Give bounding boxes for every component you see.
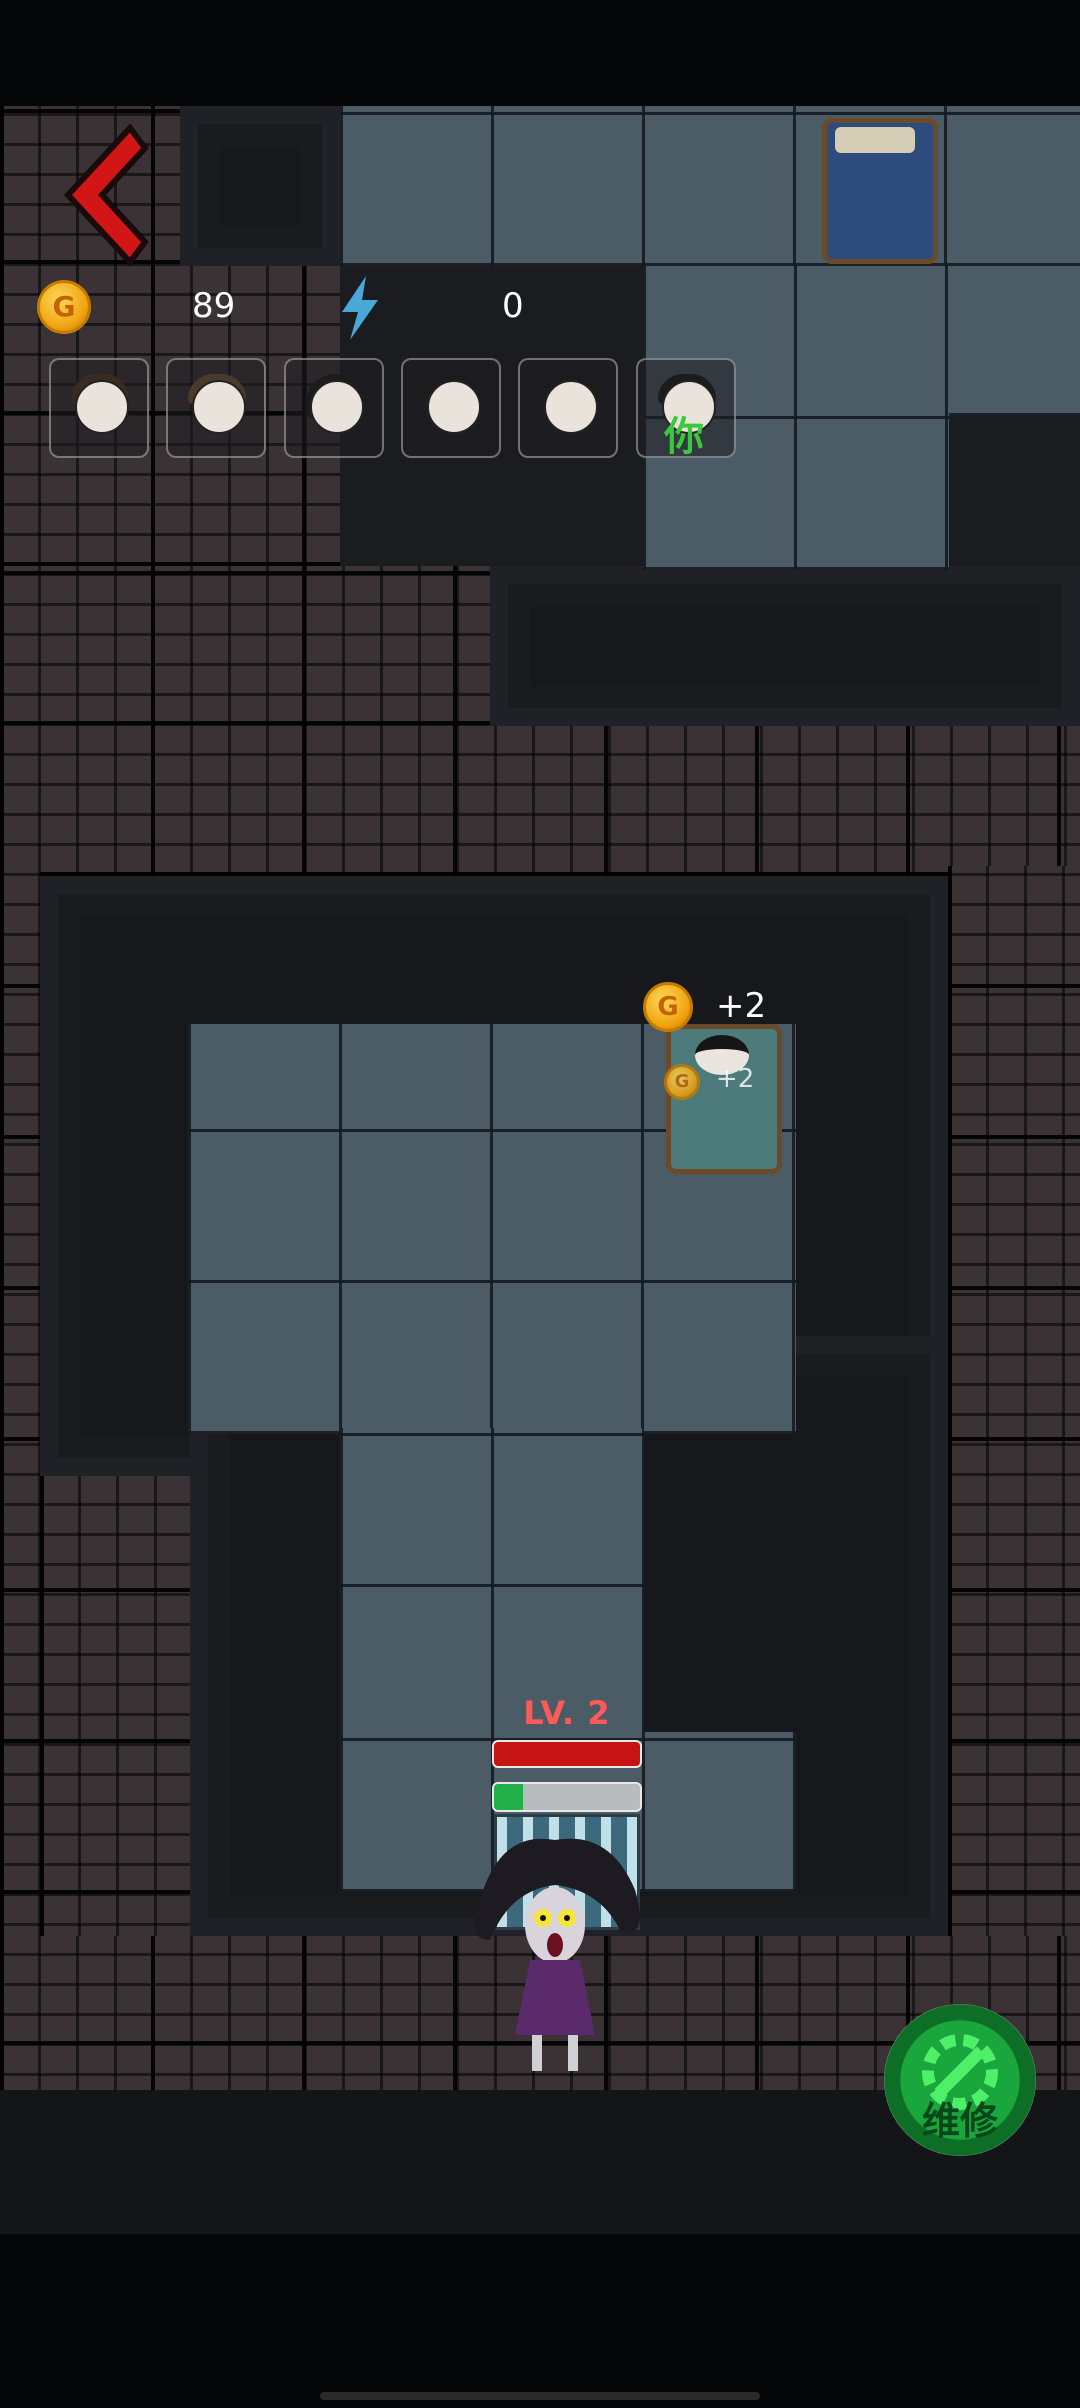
brick-floor xyxy=(0,716,1080,876)
character-slot-player[interactable]: 你 xyxy=(636,358,736,460)
ghost-enemy-icon[interactable] xyxy=(460,1830,650,2080)
character-slot-3[interactable] xyxy=(284,358,384,458)
character-slot-1[interactable] xyxy=(49,358,149,458)
room-floor xyxy=(340,1428,644,1738)
reward-coin-small-icon: G xyxy=(664,1064,700,1100)
reward-text-small: +2 xyxy=(716,1064,755,1094)
progress-fill xyxy=(494,1784,524,1810)
room-floor xyxy=(340,106,1080,266)
reward-coin-icon: G xyxy=(643,982,693,1032)
boy-1-avatar xyxy=(427,380,481,434)
brick-floor xyxy=(0,566,490,726)
coin-icon: G xyxy=(37,280,91,334)
home-indicator[interactable] xyxy=(320,2392,760,2400)
character-slot-4[interactable] xyxy=(401,358,501,458)
character-slot-2[interactable] xyxy=(166,358,266,458)
repair-label: 维修 xyxy=(921,2099,998,2143)
energy-bolt-icon xyxy=(342,276,378,340)
character-slot-5[interactable] xyxy=(518,358,618,458)
reward-text: +2 xyxy=(716,986,767,1026)
wall xyxy=(490,566,1080,726)
girl-3-avatar xyxy=(310,380,364,434)
enemy-health-bar xyxy=(492,1740,642,1768)
girl-2-avatar xyxy=(192,380,246,434)
door-attack-progress xyxy=(492,1782,642,1812)
girl-1-avatar xyxy=(75,380,129,434)
pillow xyxy=(835,127,915,153)
you-label: 你 xyxy=(664,414,704,460)
bed-top[interactable] xyxy=(822,118,938,264)
back-arrow-icon[interactable] xyxy=(40,120,150,270)
enemy-level: LV. 2 xyxy=(523,1694,611,1732)
wall xyxy=(180,106,340,266)
energy-count: 0 xyxy=(502,286,524,326)
boy-2-avatar xyxy=(544,380,598,434)
coin-count: 89 xyxy=(192,286,236,326)
